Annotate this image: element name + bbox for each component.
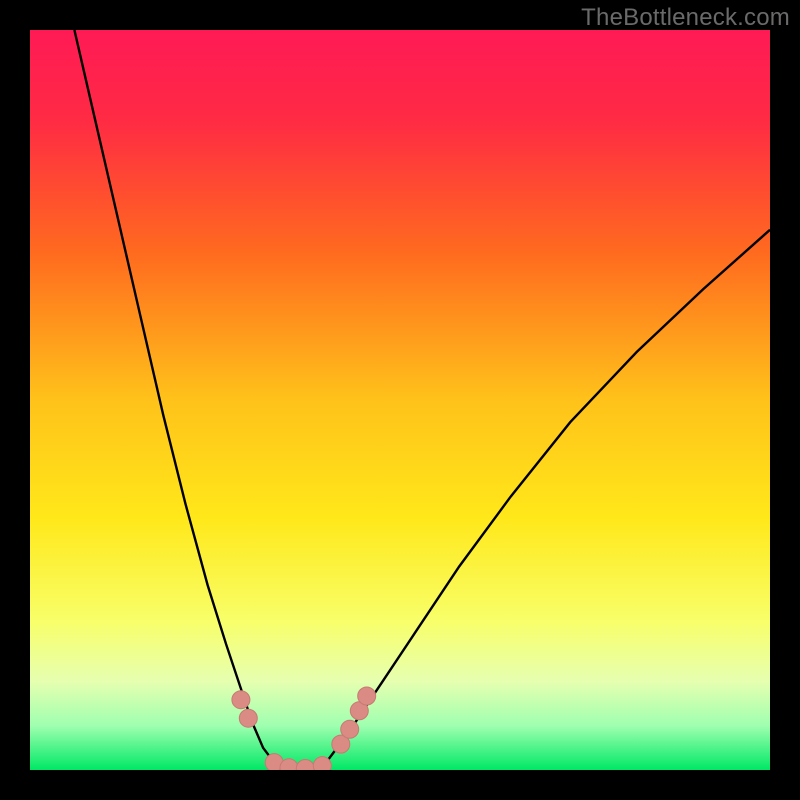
watermark-text: TheBottleneck.com bbox=[581, 4, 790, 32]
chart-frame: TheBottleneck.com bbox=[0, 0, 800, 800]
curve-marker bbox=[341, 720, 359, 738]
curve-marker bbox=[239, 709, 257, 727]
curve-marker bbox=[358, 687, 376, 705]
curve-marker bbox=[232, 691, 250, 709]
plot-area bbox=[30, 30, 770, 770]
gradient-background bbox=[30, 30, 770, 770]
curve-marker bbox=[313, 757, 331, 770]
bottleneck-curve-chart bbox=[30, 30, 770, 770]
